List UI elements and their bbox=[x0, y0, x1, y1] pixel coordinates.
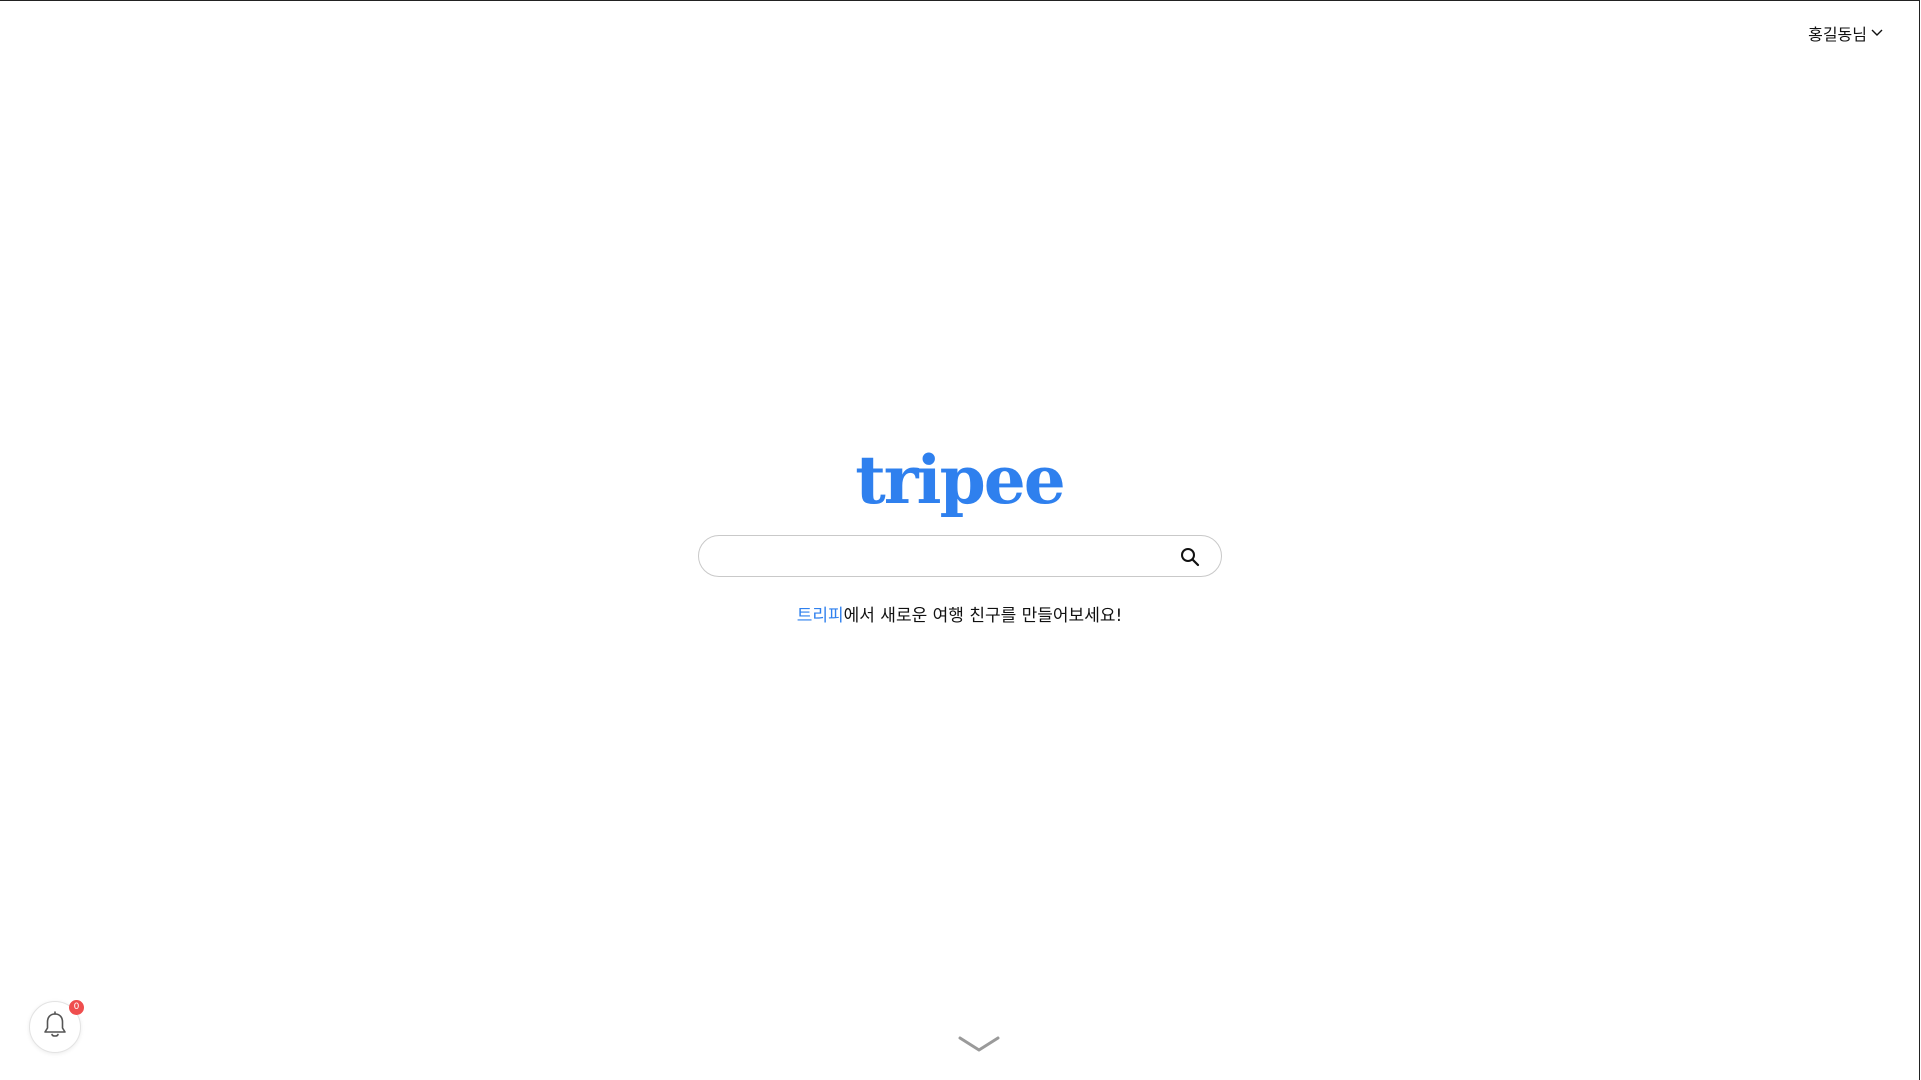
user-menu[interactable]: 홍길동님 bbox=[1808, 21, 1883, 45]
user-name: 홍길동님 bbox=[1808, 25, 1867, 44]
bell-icon bbox=[42, 1011, 68, 1043]
chevron-down-icon bbox=[1871, 29, 1883, 37]
notification-button[interactable]: 0 bbox=[29, 1000, 84, 1053]
search-icon[interactable] bbox=[1179, 546, 1201, 568]
scroll-down-chevron-icon[interactable] bbox=[958, 1034, 1000, 1058]
search-input[interactable] bbox=[716, 536, 1161, 578]
search-bar bbox=[697, 535, 1222, 578]
tagline-brand: 트리피 bbox=[796, 606, 844, 626]
tagline: 트리피에서 새로운 여행 친구를 만들어보세요! bbox=[797, 601, 1123, 626]
page: 홍길동님 tripee 트리피에서 새로운 여행 친구를 만들어보세요! 0 bbox=[0, 0, 1920, 1080]
notification-count-badge: 0 bbox=[69, 1000, 84, 1015]
tripee-logo[interactable]: tripee bbox=[855, 441, 1065, 519]
main-search-area: tripee 트리피에서 새로운 여행 친구를 만들어보세요! bbox=[0, 441, 1919, 626]
tagline-text: 에서 새로운 여행 친구를 만들어보세요! bbox=[843, 606, 1123, 626]
